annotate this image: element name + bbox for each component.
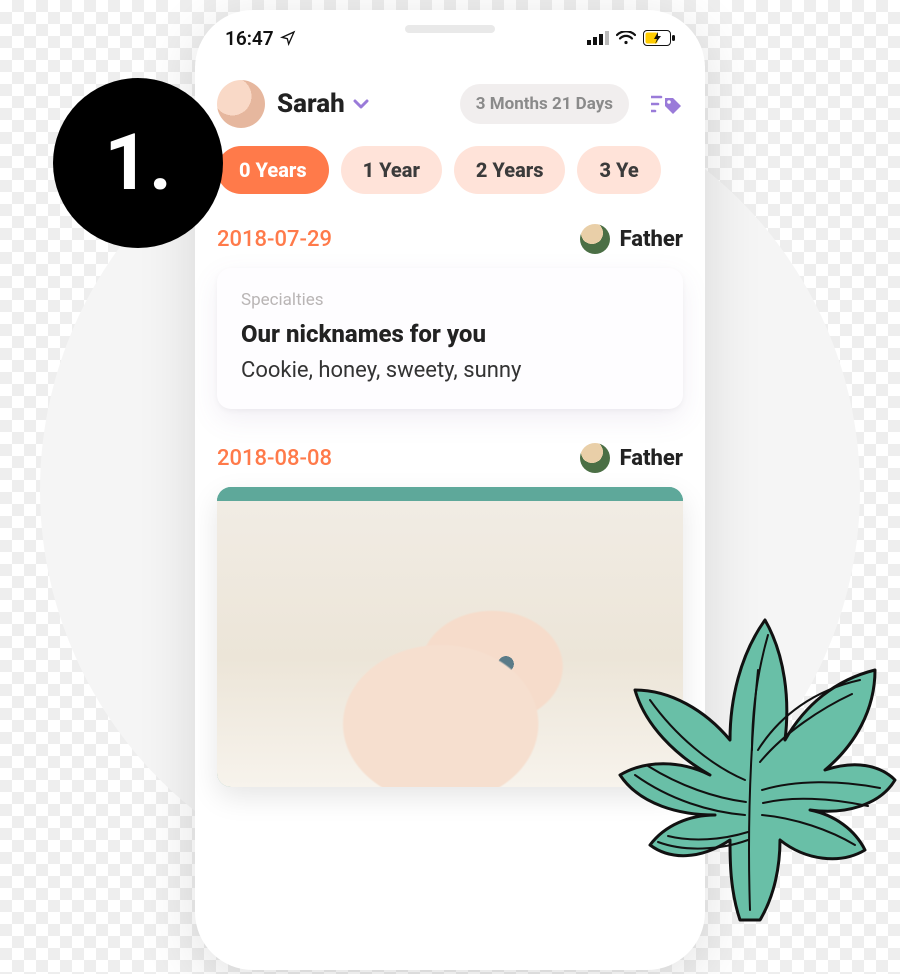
year-tabs: 0 Years 1 Year 2 Years 3 Ye [217,146,683,224]
age-pill[interactable]: 3 Months 21 Days [460,84,629,124]
card-body: Cookie, honey, sweety, sunny [241,358,659,383]
child-selector[interactable]: Sarah [277,89,369,119]
author-name: Father [620,446,683,471]
child-name: Sarah [277,89,345,119]
entry-author: Father [580,224,683,254]
author-name: Father [620,227,683,252]
status-time: 16:47 [225,27,274,50]
child-avatar[interactable] [217,80,265,128]
leaf-illustration [580,590,900,930]
entry-date: 2018-07-29 [217,227,332,252]
chevron-down-icon [353,98,369,110]
year-tab-0[interactable]: 0 Years [217,146,329,194]
filter-tag-icon [651,92,683,116]
wifi-icon [616,31,636,45]
filter-tag-button[interactable] [651,92,683,116]
entry-card[interactable]: Specialties Our nicknames for you Cookie… [217,268,683,409]
cellular-icon [587,31,609,45]
timeline-entry: 2018-07-29 Father Specialties Our nickna… [217,224,683,409]
step-number: 1. [104,118,171,209]
battery-charging-icon [643,30,675,46]
author-avatar [580,224,610,254]
year-tab-1[interactable]: 1 Year [341,146,442,194]
year-tab-3[interactable]: 3 Ye [577,146,660,194]
step-badge: 1. [53,78,223,248]
entry-date: 2018-08-08 [217,446,332,471]
photo-accent-bar [217,487,683,501]
profile-row: Sarah 3 Months 21 Days [217,66,683,146]
year-tab-2[interactable]: 2 Years [454,146,566,194]
location-arrow-icon [280,30,296,46]
card-title: Our nicknames for you [241,320,659,348]
author-avatar [580,443,610,473]
phone-notch [335,10,565,48]
card-category: Specialties [241,290,659,310]
entry-author: Father [580,443,683,473]
